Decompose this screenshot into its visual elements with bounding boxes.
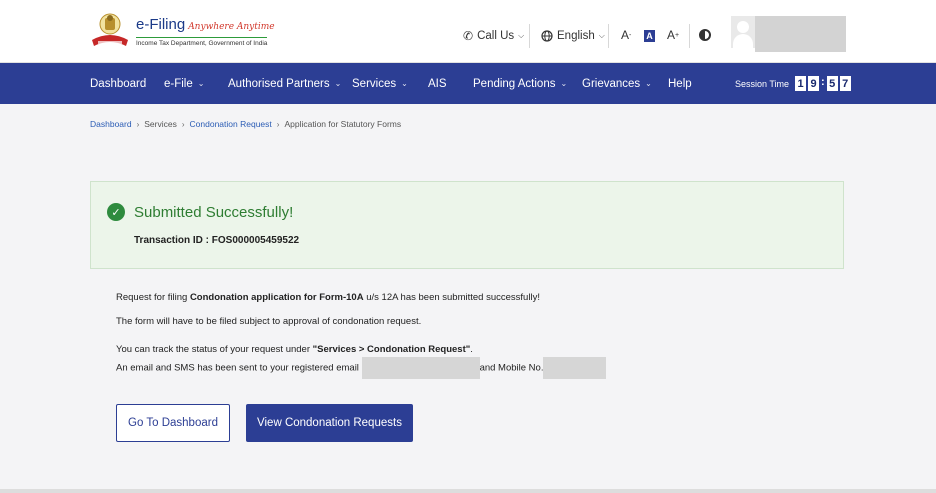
language-label: English bbox=[557, 30, 595, 42]
check-circle-icon: ✓ bbox=[107, 203, 125, 221]
globe-icon bbox=[541, 30, 553, 42]
session-digits: 1 9 : 5 7 bbox=[795, 76, 853, 91]
logo-title: e-Filing Anywhere Anytime bbox=[136, 16, 275, 33]
redacted-mobile bbox=[543, 357, 607, 379]
header-divider bbox=[529, 24, 530, 48]
breadcrumb-condonation-request[interactable]: Condonation Request bbox=[190, 119, 272, 129]
contrast-toggle-icon[interactable] bbox=[699, 29, 711, 41]
session-timer: Session Time 1 9 : 5 7 bbox=[735, 63, 853, 104]
top-header: e-Filing Anywhere Anytime Income Tax Depa… bbox=[0, 0, 936, 63]
transaction-id: Transaction ID : FOS000005459522 bbox=[134, 235, 300, 246]
session-digit: 5 bbox=[826, 76, 838, 91]
chevron-down-icon: ⌄ bbox=[560, 79, 568, 88]
redacted-email bbox=[361, 357, 480, 379]
chevron-right-icon: › bbox=[181, 119, 185, 129]
avatar[interactable] bbox=[731, 16, 755, 48]
session-digit: 1 bbox=[795, 76, 807, 91]
nav-item-help[interactable]: Help bbox=[668, 63, 692, 104]
track-status-message: You can track the status of your request… bbox=[116, 344, 473, 355]
national-emblem-icon bbox=[92, 13, 128, 46]
chevron-down-icon: ⌄ bbox=[334, 79, 342, 88]
font-default-button[interactable]: A bbox=[644, 30, 655, 42]
success-title: Submitted Successfully! bbox=[134, 204, 294, 221]
nav-item-services[interactable]: Services ⌄ bbox=[352, 63, 408, 104]
go-to-dashboard-button[interactable]: Go To Dashboard bbox=[116, 404, 230, 442]
breadcrumb-dashboard[interactable]: Dashboard bbox=[90, 119, 132, 129]
language-selector[interactable]: English ⌵ bbox=[541, 27, 605, 45]
nav-item-dashboard[interactable]: Dashboard bbox=[90, 63, 146, 104]
nav-item-efile[interactable]: e-File ⌄ bbox=[164, 63, 204, 104]
breadcrumb-current-page: Application for Statutory Forms bbox=[284, 119, 402, 129]
chevron-down-icon: ⌄ bbox=[197, 79, 205, 88]
header-divider bbox=[689, 24, 690, 48]
chevron-right-icon: › bbox=[136, 119, 140, 129]
nav-item-authorised-partners[interactable]: Authorised Partners ⌄ bbox=[228, 63, 341, 104]
session-digit: 7 bbox=[839, 76, 851, 91]
chevron-down-icon: ⌄ bbox=[401, 79, 408, 88]
redacted-username[interactable] bbox=[755, 16, 846, 52]
approval-note: The form will have to be filed subject t… bbox=[116, 316, 422, 327]
chevron-right-icon: › bbox=[276, 119, 280, 129]
logo-tagline: Anywhere Anytime bbox=[188, 22, 275, 32]
phone-icon: ✆ bbox=[463, 29, 474, 43]
header-divider bbox=[608, 24, 609, 48]
chevron-down-icon: ⌵ bbox=[518, 31, 525, 40]
nav-item-grievances[interactable]: Grievances ⌄ bbox=[582, 63, 652, 104]
breadcrumb: Dashboard › Services › Condonation Reque… bbox=[90, 119, 401, 129]
chevron-down-icon: ⌵ bbox=[598, 31, 605, 40]
chevron-down-icon: ⌄ bbox=[645, 79, 652, 88]
efiling-logo[interactable]: e-Filing Anywhere Anytime Income Tax Depa… bbox=[90, 10, 275, 54]
page-bottom-edge bbox=[0, 489, 936, 493]
view-condonation-requests-button[interactable]: View Condonation Requests bbox=[246, 404, 413, 442]
main-navigation: Dashboard e-File ⌄ Authorised Partners ⌄ S… bbox=[0, 63, 936, 104]
font-increase-button[interactable]: A + bbox=[667, 27, 679, 43]
font-decrease-button[interactable]: A- bbox=[621, 27, 631, 43]
logo-subtitle: Income Tax Department, Government of Ind… bbox=[136, 37, 268, 47]
notification-message: An email and SMS has been sent to your r… bbox=[116, 357, 607, 380]
session-colon: : bbox=[821, 76, 825, 88]
submission-message: Request for filing Condonation applicati… bbox=[116, 292, 540, 303]
call-us-label: Call Us bbox=[477, 30, 515, 42]
call-us-menu[interactable]: ✆ Call Us ⌵ bbox=[463, 27, 524, 45]
nav-item-pending-actions[interactable]: Pending Actions ⌄ bbox=[473, 63, 567, 104]
breadcrumb-services: Services bbox=[144, 119, 177, 129]
session-digit: 9 bbox=[808, 76, 820, 91]
session-label: Session Time bbox=[735, 78, 790, 89]
nav-item-ais[interactable]: AIS bbox=[428, 63, 447, 104]
success-panel: ✓ Submitted Successfully! Transaction ID… bbox=[90, 181, 844, 269]
